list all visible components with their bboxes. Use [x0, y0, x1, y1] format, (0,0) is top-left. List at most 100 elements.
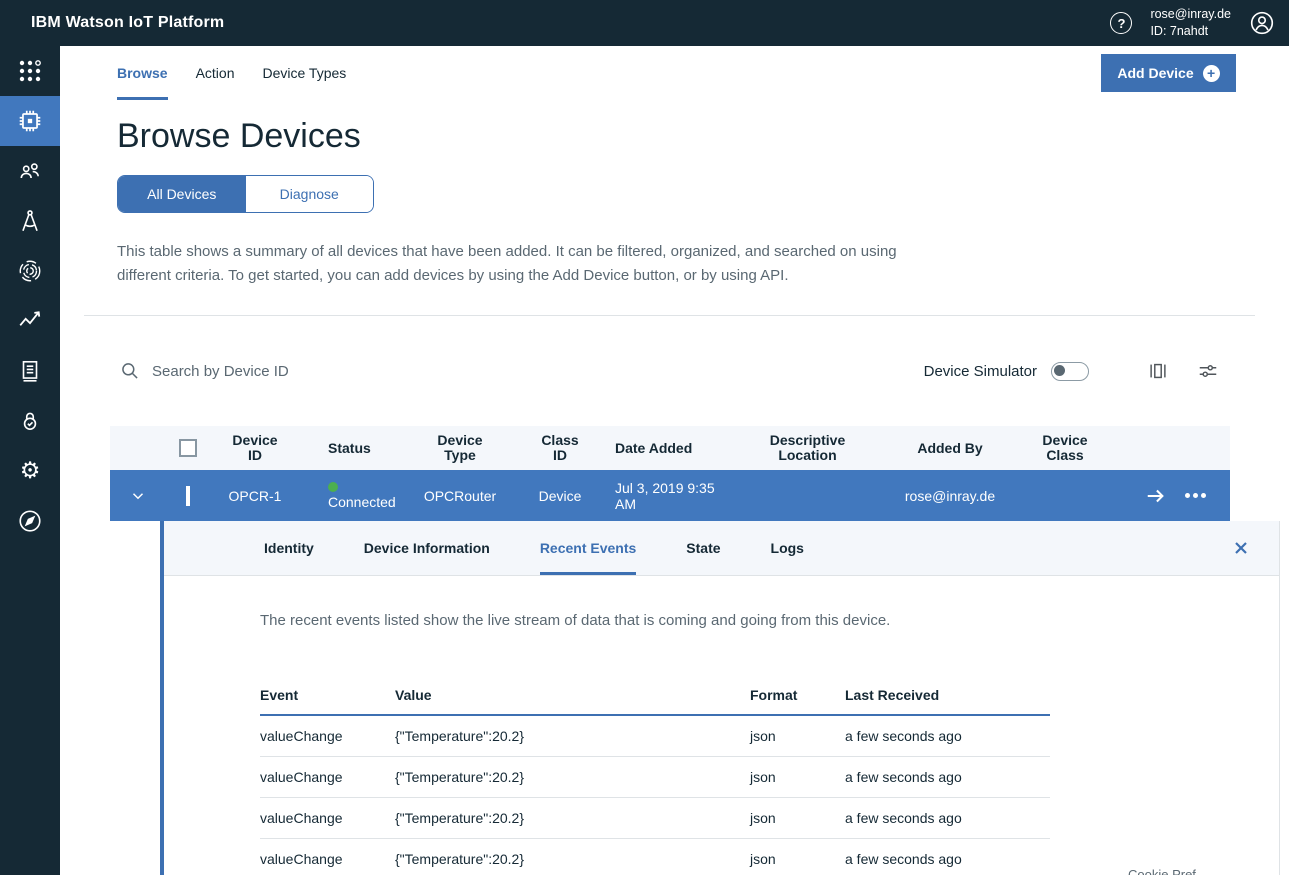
- cookie-preferences-link[interactable]: Cookie Pref: [1128, 867, 1196, 875]
- select-all-checkbox[interactable]: [178, 439, 197, 457]
- page-description: This table shows a summary of all device…: [117, 243, 897, 284]
- user-info: rose@inray.de ID: 7nahdt: [1150, 6, 1231, 40]
- settings-gear-icon: ⚙: [19, 457, 41, 484]
- security-lock-icon: [23, 412, 37, 430]
- sidebar-item-schemas[interactable]: [0, 196, 60, 246]
- close-panel-icon[interactable]: [1231, 538, 1251, 558]
- explore-compass-icon: [19, 510, 41, 532]
- user-org-id: ID: 7nahdt: [1150, 24, 1209, 38]
- row-expand-cell[interactable]: [110, 486, 165, 504]
- plus-icon: +: [1202, 64, 1220, 82]
- device-row-opcr-1[interactable]: OPCR-1 Connected OPCRouter Device Jul 3,…: [110, 470, 1230, 521]
- event-row: valueChange {"Temperature":20.2} json a …: [260, 716, 1050, 757]
- device-detail-panel: Identity Device Information Recent Event…: [160, 521, 1280, 875]
- sidebar-item-devices[interactable]: [0, 96, 60, 146]
- event-last-received: a few seconds ago: [845, 851, 962, 867]
- ev-col-value: Value: [395, 687, 432, 703]
- events-table: Event Value Format Last Received valueCh…: [260, 676, 1050, 875]
- col-status: Status: [328, 439, 371, 456]
- sidebar-item-explore[interactable]: [0, 496, 60, 546]
- cell-device-id: OPCR-1: [228, 487, 282, 504]
- sidebar-item-usage[interactable]: [0, 296, 60, 346]
- tab-state[interactable]: State: [686, 521, 720, 575]
- col-class-id: Class ID: [541, 432, 579, 463]
- tab-action[interactable]: Action: [196, 46, 235, 100]
- help-icon[interactable]: ?: [1110, 12, 1133, 34]
- tab-device-types[interactable]: Device Types: [263, 46, 347, 100]
- app-title: IBM Watson IoT Platform: [31, 14, 225, 31]
- devices-chip-icon: [19, 110, 41, 132]
- recent-events-content: The recent events listed show the live s…: [164, 576, 1279, 875]
- docs-icon: [22, 360, 38, 382]
- sidebar-item-docs[interactable]: [0, 346, 60, 396]
- tab-logs[interactable]: Logs: [771, 521, 804, 575]
- schemas-compass-icon: [22, 210, 38, 232]
- usage-chart-icon: [19, 311, 41, 326]
- tab-identity[interactable]: Identity: [264, 521, 314, 575]
- col-added-by: Added By: [917, 439, 983, 456]
- status-label: Connected: [328, 493, 396, 510]
- event-last-received: a few seconds ago: [845, 810, 962, 826]
- table-toolbar: Device Simulator: [60, 316, 1289, 426]
- filter-settings-icon[interactable]: [1197, 360, 1219, 382]
- row-checkbox[interactable]: [185, 485, 190, 506]
- switch-all-devices[interactable]: All Devices: [118, 176, 246, 212]
- fingerprint-icon: [19, 260, 41, 282]
- device-table-header: Device ID Status Device Type Class ID Da…: [110, 426, 1230, 470]
- members-icon: [20, 163, 39, 179]
- event-format: json: [750, 810, 776, 826]
- col-descriptive-location: Descriptive Location: [769, 432, 846, 463]
- tab-device-information[interactable]: Device Information: [364, 521, 490, 575]
- top-bar: IBM Watson IoT Platform ? rose@inray.de …: [0, 0, 1289, 46]
- event-format: json: [750, 851, 776, 867]
- cell-date-added: Jul 3, 2019 9:35 AM: [615, 479, 715, 512]
- column-settings-icon[interactable]: [1147, 360, 1169, 382]
- cell-class-id: Device: [538, 487, 582, 504]
- col-date-added: Date Added: [615, 439, 693, 456]
- row-actions: [1120, 485, 1230, 507]
- sidebar-item-members[interactable]: [0, 146, 60, 196]
- ev-col-event: Event: [260, 687, 299, 703]
- device-simulator-toggle[interactable]: [1051, 361, 1089, 381]
- add-device-button[interactable]: Add Device +: [1101, 54, 1236, 92]
- toolbar-controls: Device Simulator: [924, 360, 1219, 382]
- open-device-arrow-icon[interactable]: [1145, 485, 1167, 507]
- sidebar-item-settings[interactable]: ⚙: [0, 446, 60, 496]
- event-value: {"Temperature":20.2}: [395, 810, 525, 826]
- event-last-received: a few seconds ago: [845, 728, 962, 744]
- switch-diagnose[interactable]: Diagnose: [245, 176, 373, 212]
- status-connected-dot: [328, 481, 338, 492]
- event-row: valueChange {"Temperature":20.2} json a …: [260, 839, 1050, 875]
- detail-tabs: Identity Device Information Recent Event…: [164, 521, 1279, 576]
- event-name: valueChange: [260, 769, 343, 785]
- device-table: Device ID Status Device Type Class ID Da…: [110, 426, 1280, 875]
- event-value: {"Temperature":20.2}: [395, 769, 525, 785]
- overflow-menu-icon[interactable]: [1184, 493, 1206, 498]
- event-value: {"Temperature":20.2}: [395, 851, 525, 867]
- chevron-down-icon: [132, 492, 143, 499]
- col-device-type: Device Type: [437, 432, 483, 463]
- search-box: [120, 361, 412, 381]
- left-sidebar: ⚙: [0, 46, 60, 875]
- col-device-id: Device ID: [232, 432, 278, 463]
- ev-col-format: Format: [750, 687, 798, 703]
- topbar-right: ? rose@inray.de ID: 7nahdt: [1110, 6, 1289, 40]
- app-switcher-icon[interactable]: [0, 46, 60, 96]
- event-row: valueChange {"Temperature":20.2} json a …: [260, 798, 1050, 839]
- search-input[interactable]: [152, 362, 412, 380]
- event-name: valueChange: [260, 728, 343, 744]
- device-simulator-label: Device Simulator: [923, 362, 1037, 380]
- tab-browse[interactable]: Browse: [117, 46, 168, 100]
- page-title: Browse Devices: [117, 117, 361, 155]
- cell-added-by: rose@inray.de: [904, 487, 996, 504]
- event-last-received: a few seconds ago: [845, 769, 962, 785]
- select-all-cell: [165, 439, 210, 457]
- sidebar-item-fingerprint[interactable]: [0, 246, 60, 296]
- ev-col-last-received: Last Received: [845, 687, 940, 703]
- sidebar-item-security[interactable]: [0, 396, 60, 446]
- section-tabs: Browse Action Device Types Add Device +: [60, 46, 1289, 100]
- tab-recent-events[interactable]: Recent Events: [539, 521, 637, 575]
- event-name: valueChange: [260, 851, 343, 867]
- avatar-icon[interactable]: [1249, 10, 1275, 36]
- event-value: {"Temperature":20.2}: [395, 728, 525, 744]
